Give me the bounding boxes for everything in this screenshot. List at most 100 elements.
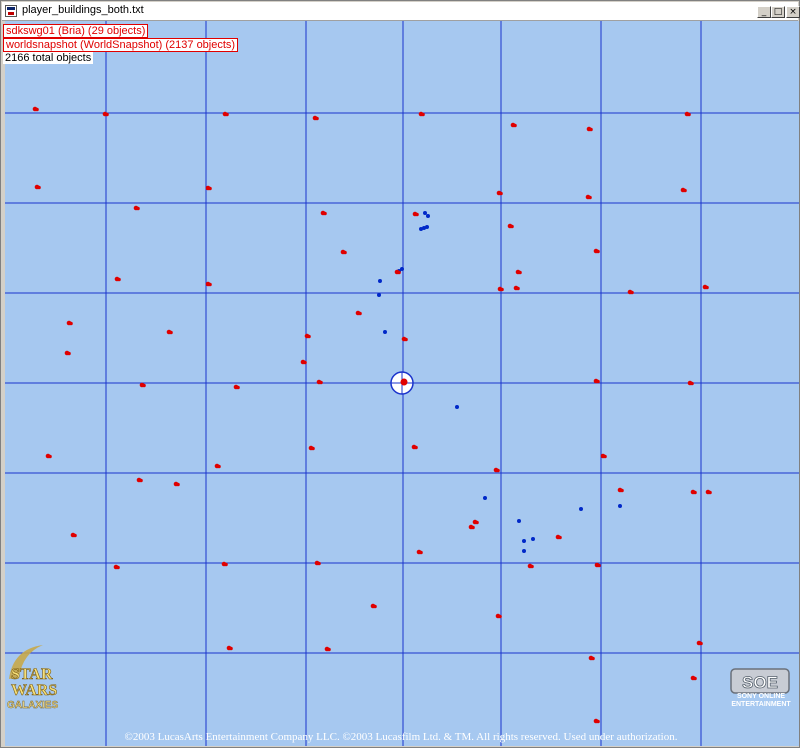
worldsnapshot-object-point[interactable]	[596, 719, 600, 724]
worldsnapshot-object-point[interactable]	[513, 123, 517, 128]
swg-line1: STAR	[11, 666, 53, 683]
worldsnapshot-object-point[interactable]	[683, 188, 687, 193]
worldsnapshot-object-point[interactable]	[229, 646, 233, 651]
worldsnapshot-object-point[interactable]	[596, 249, 600, 254]
worldsnapshot-object-point[interactable]	[518, 270, 522, 275]
worldsnapshot-object-point[interactable]	[311, 446, 315, 451]
worldsnapshot-object-point[interactable]	[343, 250, 347, 255]
worldsnapshot-object-point[interactable]	[589, 127, 593, 132]
worldsnapshot-object-point[interactable]	[603, 454, 607, 459]
worldsnapshot-object-point[interactable]	[224, 562, 228, 567]
worldsnapshot-object-point[interactable]	[303, 360, 307, 365]
worldsnapshot-object-point[interactable]	[323, 211, 327, 216]
worldsnapshot-object-point[interactable]	[693, 676, 697, 681]
worldsnapshot-object-point[interactable]	[105, 112, 109, 117]
bria-object-point[interactable]	[483, 496, 487, 500]
bria-object-point[interactable]	[618, 504, 622, 508]
worldsnapshot-object-point[interactable]	[496, 468, 500, 473]
sony-online-entertainment-logo: SOE	[730, 668, 790, 694]
worldsnapshot-object-point[interactable]	[142, 383, 146, 388]
close-button[interactable]: ×	[786, 6, 800, 18]
worldsnapshot-object-point[interactable]	[319, 380, 323, 385]
worldsnapshot-object-point[interactable]	[471, 525, 475, 530]
scatter-plot[interactable]	[5, 21, 799, 746]
worldsnapshot-object-point[interactable]	[705, 285, 709, 290]
worldsnapshot-object-point[interactable]	[687, 112, 691, 117]
legend-series-worldsnapshot: worldsnapshot (WorldSnapshot) (2137 obje…	[3, 38, 239, 52]
worldsnapshot-object-point[interactable]	[69, 321, 73, 326]
worldsnapshot-object-point[interactable]	[500, 287, 504, 292]
bria-object-point[interactable]	[425, 225, 429, 229]
worldsnapshot-object-point[interactable]	[421, 112, 425, 117]
bria-object-point[interactable]	[522, 539, 526, 543]
swg-line2: WARS	[11, 682, 57, 699]
worldsnapshot-object-point[interactable]	[217, 464, 221, 469]
worldsnapshot-object-point[interactable]	[176, 482, 180, 487]
worldsnapshot-object-point[interactable]	[708, 490, 712, 495]
worldsnapshot-object-point[interactable]	[596, 379, 600, 384]
worldsnapshot-object-point[interactable]	[67, 351, 71, 356]
worldsnapshot-object-point[interactable]	[48, 454, 52, 459]
worldsnapshot-object-point[interactable]	[693, 490, 697, 495]
worldsnapshot-object-point[interactable]	[327, 647, 331, 652]
worldsnapshot-object-point[interactable]	[597, 563, 601, 568]
worldsnapshot-object-point[interactable]	[414, 445, 418, 450]
map-canvas[interactable]	[5, 21, 799, 746]
worldsnapshot-object-point[interactable]	[690, 381, 694, 386]
worldsnapshot-object-point[interactable]	[415, 212, 419, 217]
worldsnapshot-object-point[interactable]	[307, 334, 311, 339]
worldsnapshot-object-point[interactable]	[404, 337, 408, 342]
worldsnapshot-object-point[interactable]	[498, 614, 502, 619]
bria-object-point[interactable]	[383, 330, 387, 334]
worldsnapshot-object-point[interactable]	[139, 478, 143, 483]
soe-logo-text: SOE	[742, 673, 778, 692]
worldsnapshot-object-point[interactable]	[475, 520, 479, 525]
worldsnapshot-object-point[interactable]	[236, 385, 240, 390]
worldsnapshot-object-point[interactable]	[358, 311, 362, 316]
total-objects-count: 2166 total objects	[3, 52, 94, 64]
bria-object-point[interactable]	[423, 211, 427, 215]
worldsnapshot-object-point[interactable]	[516, 286, 520, 291]
title-bar[interactable]: player_buildings_both.txt _ □ ×	[2, 2, 800, 21]
bria-object-point[interactable]	[426, 214, 430, 218]
swg-line3: GALAXIES	[7, 700, 58, 711]
bria-object-point[interactable]	[377, 293, 381, 297]
worldsnapshot-object-point[interactable]	[699, 641, 703, 646]
worldsnapshot-object-point[interactable]	[37, 185, 41, 190]
bria-object-point[interactable]	[531, 537, 535, 541]
copyright-text: ©2003 LucasArts Entertainment Company LL…	[124, 731, 678, 743]
app-icon	[5, 5, 17, 17]
worldsnapshot-object-point[interactable]	[315, 116, 319, 121]
worldsnapshot-object-point[interactable]	[588, 195, 592, 200]
worldsnapshot-object-point[interactable]	[419, 550, 423, 555]
bria-object-point[interactable]	[455, 405, 459, 409]
bria-object-point[interactable]	[579, 507, 583, 511]
worldsnapshot-object-point[interactable]	[136, 206, 140, 211]
worldsnapshot-object-point[interactable]	[208, 282, 212, 287]
worldsnapshot-object-point[interactable]	[510, 224, 514, 229]
worldsnapshot-object-point[interactable]	[116, 565, 120, 570]
worldsnapshot-object-point[interactable]	[225, 112, 229, 117]
worldsnapshot-object-point[interactable]	[208, 186, 212, 191]
target-marker-point[interactable]	[400, 378, 408, 386]
worldsnapshot-object-point[interactable]	[591, 656, 595, 661]
bria-object-point[interactable]	[378, 279, 382, 283]
worldsnapshot-object-point[interactable]	[35, 107, 39, 112]
bria-object-point[interactable]	[517, 519, 521, 523]
worldsnapshot-object-point[interactable]	[317, 561, 321, 566]
worldsnapshot-object-point[interactable]	[373, 604, 377, 609]
maximize-button[interactable]: □	[771, 6, 785, 18]
worldsnapshot-object-point[interactable]	[117, 277, 121, 282]
worldsnapshot-object-point[interactable]	[630, 290, 634, 295]
worldsnapshot-object-point[interactable]	[558, 535, 562, 540]
worldsnapshot-object-point[interactable]	[620, 488, 624, 493]
minimize-button[interactable]: _	[757, 6, 771, 18]
worldsnapshot-object-point[interactable]	[499, 191, 503, 196]
soe-company-name: SONY ONLINE ENTERTAINMENT	[728, 693, 794, 709]
star-wars-galaxies-logo: STAR WARS GALAXIES	[7, 645, 59, 711]
worldsnapshot-object-point[interactable]	[530, 564, 534, 569]
worldsnapshot-object-point[interactable]	[73, 533, 77, 538]
bria-object-point[interactable]	[522, 549, 526, 553]
worldsnapshot-object-point[interactable]	[169, 330, 173, 335]
worldsnapshot-object-point[interactable]	[397, 270, 401, 275]
